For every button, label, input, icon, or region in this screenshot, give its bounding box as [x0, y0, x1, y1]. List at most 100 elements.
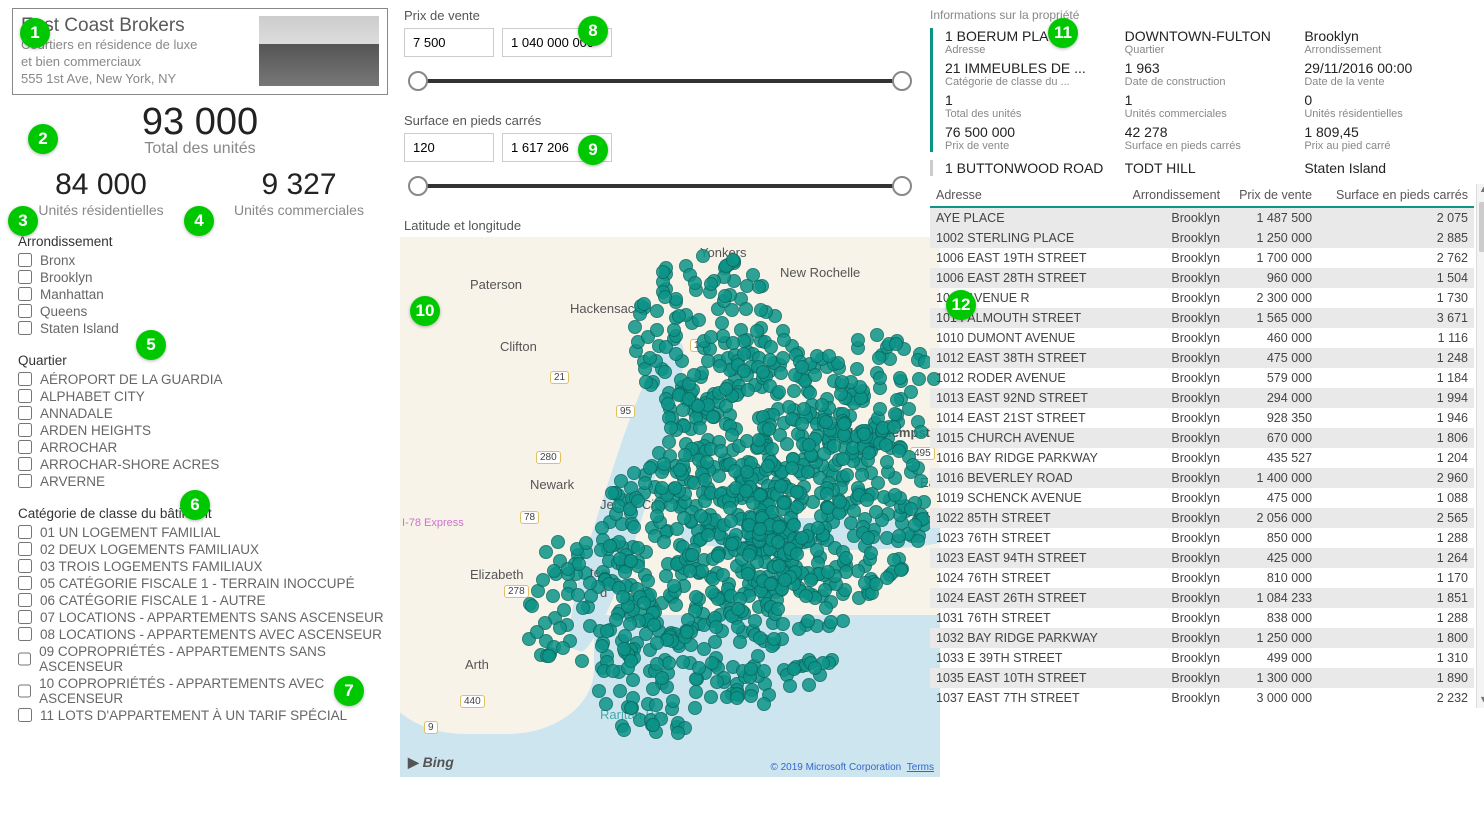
price-handle-right[interactable] [892, 71, 912, 91]
neighborhood-checkbox[interactable] [18, 457, 32, 471]
building-item[interactable]: 03 TROIS LOGEMENTS FAMILIAUX [18, 558, 388, 575]
map-point[interactable] [698, 473, 712, 487]
map-point[interactable] [572, 557, 586, 571]
map-point[interactable] [757, 697, 771, 711]
map-point[interactable] [744, 662, 758, 676]
map-point[interactable] [649, 698, 663, 712]
table-row[interactable]: 1016 BAY RIDGE PARKWAYBrooklyn435 5271 2… [930, 448, 1474, 468]
map-point[interactable] [776, 351, 790, 365]
table-row[interactable]: 1024 EAST 26TH STREETBrooklyn1 084 2331 … [930, 588, 1474, 608]
neighborhood-checkbox[interactable] [18, 440, 32, 454]
map-point[interactable] [869, 577, 883, 591]
map-point[interactable] [821, 565, 835, 579]
map-point[interactable] [643, 461, 657, 475]
map-point[interactable] [860, 493, 874, 507]
sqft-handle-right[interactable] [892, 176, 912, 196]
neighborhood-checkbox[interactable] [18, 423, 32, 437]
map-point[interactable] [873, 371, 887, 385]
map-point[interactable] [756, 365, 770, 379]
map-point[interactable] [671, 726, 685, 740]
map-point[interactable] [861, 531, 875, 545]
map-point[interactable] [908, 518, 922, 532]
map-point[interactable] [904, 502, 918, 516]
map-point[interactable] [656, 265, 670, 279]
sqft-min-input[interactable] [404, 133, 494, 162]
table-row[interactable]: 1023 EAST 94TH STREETBrooklyn425 0001 26… [930, 548, 1474, 568]
map-point[interactable] [624, 701, 638, 715]
map-point[interactable] [716, 568, 730, 582]
map-point[interactable] [742, 548, 756, 562]
map-point[interactable] [801, 465, 815, 479]
table-row[interactable]: 1033 E 39TH STREETBrooklyn499 0001 310 [930, 648, 1474, 668]
listings-table[interactable]: Adresse Arrondissement Prix de vente Sur… [930, 184, 1474, 708]
building-checkbox[interactable] [18, 525, 32, 539]
table-row[interactable]: 1009 AVENUE RBrooklyn2 300 0001 730 [930, 288, 1474, 308]
property-card-next[interactable]: 1 BUTTONWOOD ROAD TODT HILL Staten Islan… [930, 160, 1474, 176]
map-point[interactable] [719, 399, 733, 413]
map-point[interactable] [688, 701, 702, 715]
map-point[interactable] [624, 554, 638, 568]
neighborhood-item[interactable]: ANNADALE [18, 405, 388, 422]
map-point[interactable] [638, 476, 652, 490]
building-item[interactable]: 02 DEUX LOGEMENTS FAMILIAUX [18, 541, 388, 558]
map-point[interactable] [839, 551, 853, 565]
map-point[interactable] [715, 316, 729, 330]
map-point[interactable] [777, 496, 791, 510]
map-point[interactable] [827, 439, 841, 453]
slicer-neighborhood[interactable]: Quartier AÉROPORT DE LA GUARDIAALPHABET … [12, 353, 388, 490]
map-point[interactable] [893, 371, 907, 385]
map-point[interactable] [757, 664, 771, 678]
sqft-handle-left[interactable] [408, 176, 428, 196]
map-point[interactable] [643, 351, 657, 365]
neighborhood-item[interactable]: AÉROPORT DE LA GUARDIA [18, 371, 388, 388]
neighborhood-checkbox[interactable] [18, 406, 32, 420]
map-point[interactable] [731, 602, 745, 616]
map-point[interactable] [795, 360, 809, 374]
map-point[interactable] [539, 545, 553, 559]
slicer-borough[interactable]: Arrondissement BronxBrooklynManhattanQue… [12, 234, 388, 337]
map-point[interactable] [731, 620, 745, 634]
building-checkbox[interactable] [18, 627, 32, 641]
table-row[interactable]: 1016 BEVERLEY ROADBrooklyn1 400 0002 960 [930, 468, 1474, 488]
slider-sqft[interactable]: Surface en pieds carrés [400, 113, 920, 202]
map-point[interactable] [616, 590, 630, 604]
map-point[interactable] [723, 501, 737, 515]
borough-item[interactable]: Brooklyn [18, 269, 388, 286]
table-row[interactable]: 1032 BAY RIDGE PARKWAYBrooklyn1 250 0001… [930, 628, 1474, 648]
table-row[interactable]: 1022 85TH STREETBrooklyn2 056 0002 565 [930, 508, 1474, 528]
map-point[interactable] [600, 624, 614, 638]
property-card-selected[interactable]: 1 BOERUM PLACEAdresse DOWNTOWN-FULTONQua… [930, 28, 1474, 152]
map-point[interactable] [737, 364, 751, 378]
neighborhood-checkbox[interactable] [18, 474, 32, 488]
borough-checkbox[interactable] [18, 287, 32, 301]
map-point[interactable] [689, 590, 703, 604]
map-point[interactable] [592, 684, 606, 698]
map-point[interactable] [658, 290, 672, 304]
map-point[interactable] [657, 535, 671, 549]
map-point[interactable] [677, 511, 691, 525]
table-row[interactable]: 1010 DUMONT AVENUEBrooklyn460 0001 116 [930, 328, 1474, 348]
neighborhood-item[interactable]: ARROCHAR-SHORE ACRES [18, 456, 388, 473]
table-row[interactable]: 1006 EAST 28TH STREETBrooklyn960 0001 50… [930, 268, 1474, 288]
map-point[interactable] [892, 444, 906, 458]
building-item[interactable]: 11 LOTS D'APPARTEMENT À UN TARIF SPÉCIAL [18, 707, 388, 724]
map-point[interactable] [888, 407, 902, 421]
building-checkbox[interactable] [18, 708, 32, 722]
map-point[interactable] [685, 548, 699, 562]
map-terms-link[interactable]: Terms [907, 762, 934, 773]
slider-price[interactable]: Prix de vente [400, 8, 920, 97]
map-point[interactable] [753, 522, 767, 536]
table-row[interactable]: 1006 EAST 19TH STREETBrooklyn1 700 0002 … [930, 248, 1474, 268]
map-point[interactable] [691, 399, 705, 413]
map-point[interactable] [595, 639, 609, 653]
map-point[interactable] [836, 452, 850, 466]
table-row[interactable]: 1037 EAST 7TH STREETBrooklyn3 000 0002 2… [930, 688, 1474, 708]
map-point[interactable] [785, 461, 799, 475]
borough-item[interactable]: Manhattan [18, 286, 388, 303]
borough-item[interactable]: Staten Island [18, 320, 388, 337]
map-visual[interactable]: Yonkers New Rochelle Paterson Hackensack… [400, 237, 940, 777]
map-point[interactable] [676, 655, 690, 669]
borough-item[interactable]: Queens [18, 303, 388, 320]
map-point[interactable] [606, 664, 620, 678]
map-point[interactable] [658, 365, 672, 379]
